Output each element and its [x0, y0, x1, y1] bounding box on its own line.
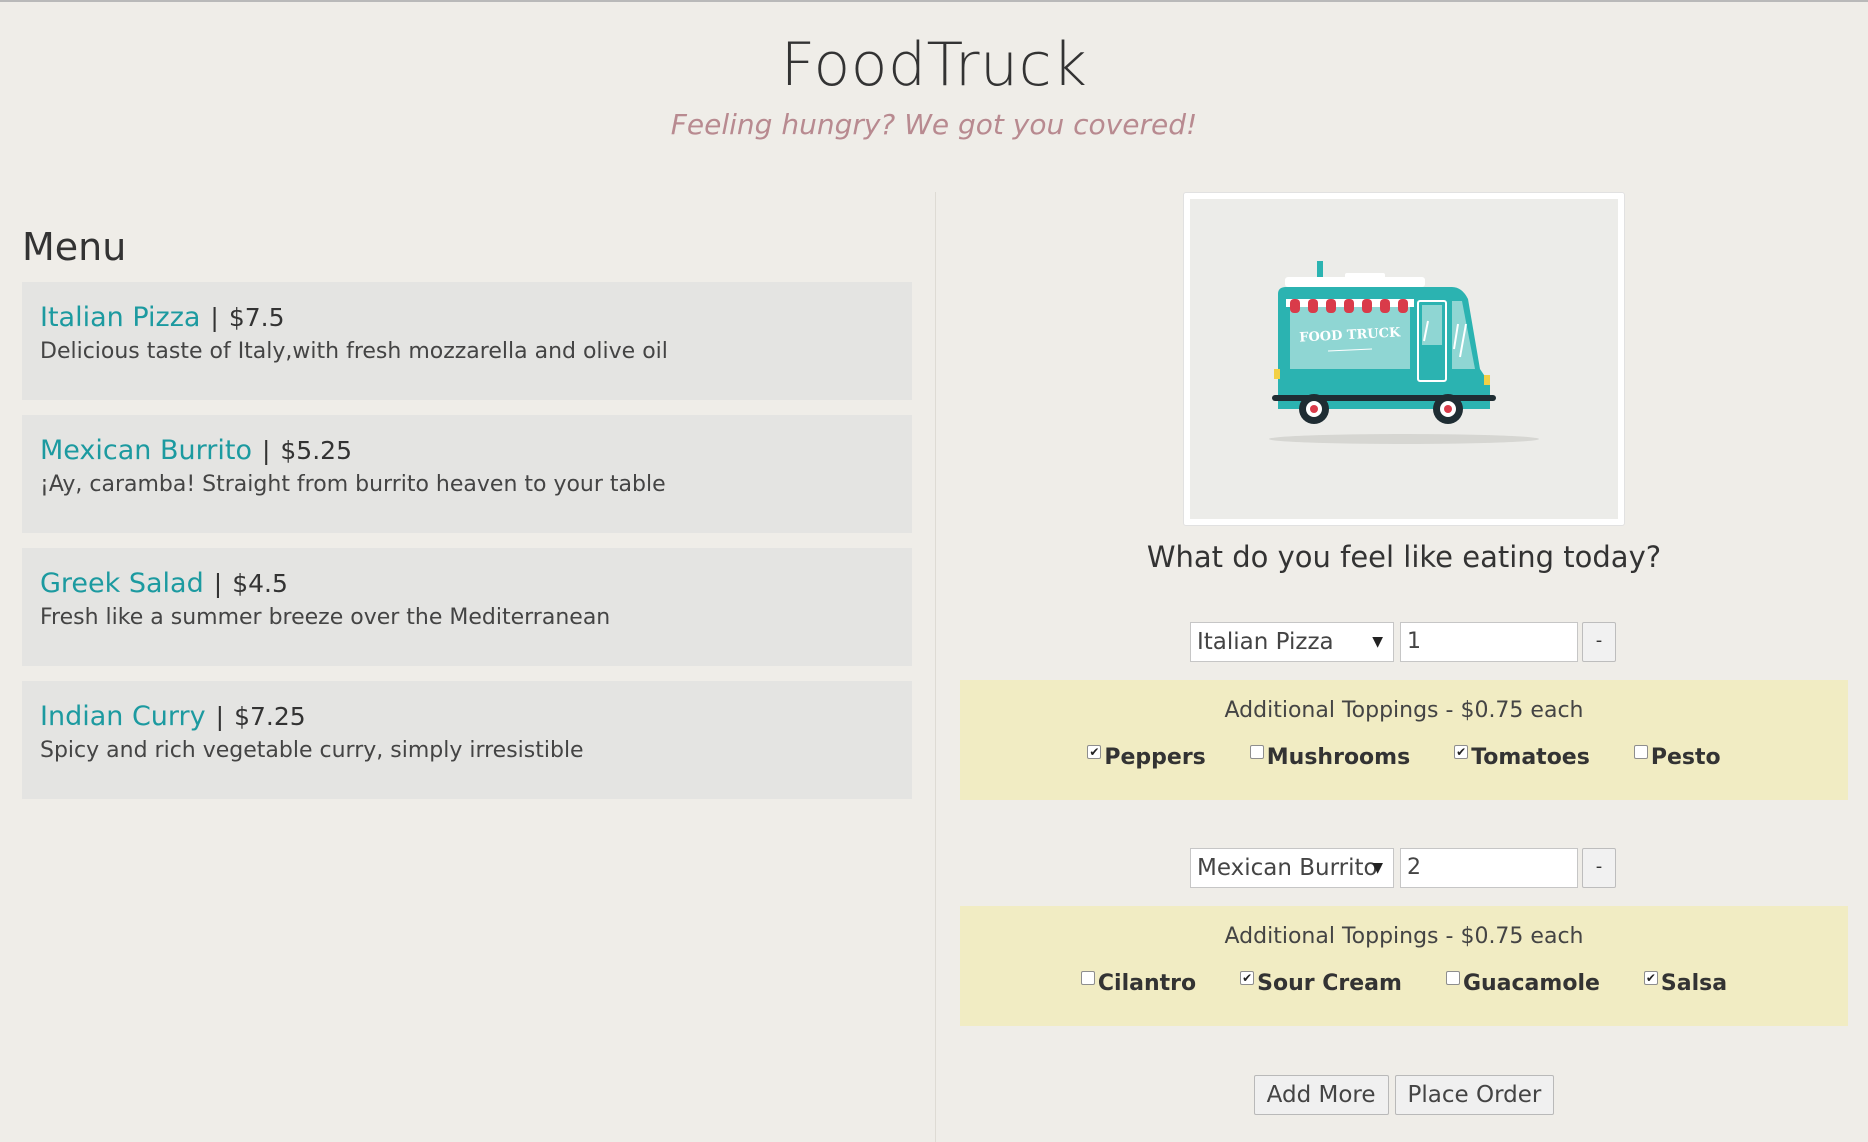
order-actions: Add More Place Order: [960, 1075, 1848, 1115]
checkbox-checked[interactable]: ✔: [1087, 745, 1102, 759]
topping-option[interactable]: ✔ Peppers: [1087, 744, 1206, 772]
menu-item-description: Delicious taste of Italy,with fresh mozz…: [40, 339, 668, 364]
topping-label: Tomatoes: [1471, 745, 1590, 770]
topping-option[interactable]: ✔ Tomatoes: [1454, 744, 1590, 772]
menu-item-price: $4.5: [232, 569, 288, 598]
price-separator: |: [213, 569, 223, 598]
order-question: What do you feel like eating today?: [1146, 540, 1662, 574]
price-separator: |: [215, 702, 225, 731]
topping-label: Sour Cream: [1257, 971, 1402, 996]
topping-option[interactable]: Guacamole: [1445, 970, 1600, 998]
topping-option[interactable]: Pesto: [1633, 744, 1721, 772]
menu-item: Indian Curry | $7.25 Spicy and rich vegeta…: [22, 681, 912, 799]
toppings-title: Additional Toppings - $0.75 each: [1224, 924, 1584, 949]
truck-image-frame: FOOD TRUCK: [1183, 192, 1625, 526]
menu-section: Menu Italian Pizza | $7.5 Delicious taste …: [22, 222, 912, 814]
tagline: Feeling hungry? We got you covered!: [670, 108, 1198, 141]
dropdown-arrow-icon: ▼: [1372, 634, 1383, 650]
menu-heading: Menu: [22, 225, 127, 269]
food-truck-image: FOOD TRUCK: [1190, 199, 1618, 519]
checkbox[interactable]: [1633, 745, 1648, 759]
menu-item-description: Fresh like a summer breeze over the Medi…: [40, 605, 611, 630]
toppings-panel: Additional Toppings - $0.75 each Cilantr…: [960, 906, 1848, 1026]
remove-item-button[interactable]: -: [1582, 622, 1616, 662]
topping-label: Guacamole: [1462, 971, 1600, 996]
add-more-button[interactable]: Add More: [1253, 1075, 1389, 1115]
quantity-input[interactable]: 2: [1400, 848, 1578, 888]
order-row: Mexican Burrito ▼ 2 -: [960, 848, 1848, 888]
top-border: [0, 0, 1868, 2]
menu-item-name[interactable]: Indian Curry: [40, 701, 206, 732]
menu-item-price: $7.5: [228, 303, 285, 332]
topping-label: Peppers: [1104, 745, 1206, 770]
menu-item-name[interactable]: Mexican Burrito: [40, 435, 252, 466]
topping-option[interactable]: ✔ Salsa: [1643, 970, 1728, 998]
menu-item-description: ¡Ay, caramba! Straight from burrito heav…: [40, 472, 666, 497]
menu-item: Italian Pizza | $7.5 Delicious taste of It…: [22, 282, 912, 400]
checkbox[interactable]: [1445, 971, 1460, 985]
topping-option[interactable]: ✔ Sour Cream: [1240, 970, 1402, 998]
toppings-title: Additional Toppings - $0.75 each: [1224, 698, 1584, 723]
food-truck-icon: FOOD TRUCK: [1269, 261, 1539, 444]
toppings-list: ✔ Peppers Mushrooms ✔ Tomatoes Pesto: [960, 744, 1848, 772]
checkbox[interactable]: [1080, 971, 1095, 985]
toppings-panel: Additional Toppings - $0.75 each ✔ Pepper…: [960, 680, 1848, 800]
site-header: FoodTruck Feeling hungry? We got you cov…: [0, 30, 1868, 142]
menu-item: Mexican Burrito | $5.25 ¡Ay, caramba! Stra…: [22, 415, 912, 533]
quantity-input[interactable]: 1: [1400, 622, 1578, 662]
topping-label: Salsa: [1660, 971, 1728, 996]
place-order-button[interactable]: Place Order: [1394, 1075, 1555, 1115]
topping-option[interactable]: Cilantro: [1080, 970, 1197, 998]
checkbox-checked[interactable]: ✔: [1240, 971, 1255, 985]
price-separator: |: [210, 303, 219, 332]
dish-select[interactable]: Italian Pizza ▼: [1190, 622, 1394, 662]
dropdown-arrow-icon: ▼: [1372, 860, 1383, 876]
topping-label: Cilantro: [1097, 971, 1197, 996]
site-title: FoodTruck: [780, 30, 1088, 100]
menu-item-description: Spicy and rich vegetable curry, simply i…: [40, 738, 584, 763]
order-row: Italian Pizza ▼ 1 -: [960, 622, 1848, 662]
menu-item-name[interactable]: Italian Pizza: [40, 302, 200, 333]
menu-item: Greek Salad | $4.5 Fresh like a summer bre…: [22, 548, 912, 666]
topping-label: Pesto: [1650, 745, 1721, 770]
price-separator: |: [261, 436, 271, 465]
menu-item-price: $5.25: [280, 436, 352, 465]
menu-item-name[interactable]: Greek Salad: [40, 568, 204, 599]
toppings-list: Cilantro ✔ Sour Cream Guacamole ✔ Salsa: [960, 970, 1848, 998]
checkbox[interactable]: [1249, 745, 1264, 759]
checkbox-checked[interactable]: ✔: [1643, 971, 1658, 985]
remove-item-button[interactable]: -: [1582, 848, 1616, 888]
dish-select-value: Italian Pizza: [1197, 629, 1334, 655]
dish-select-value: Mexican Burrito: [1197, 855, 1378, 881]
menu-item-price: $7.25: [234, 702, 306, 731]
dish-select[interactable]: Mexican Burrito ▼: [1190, 848, 1394, 888]
column-divider: [935, 192, 936, 1142]
checkbox-checked[interactable]: ✔: [1454, 745, 1469, 759]
topping-label: Mushrooms: [1266, 745, 1411, 770]
topping-option[interactable]: Mushrooms: [1249, 744, 1411, 772]
